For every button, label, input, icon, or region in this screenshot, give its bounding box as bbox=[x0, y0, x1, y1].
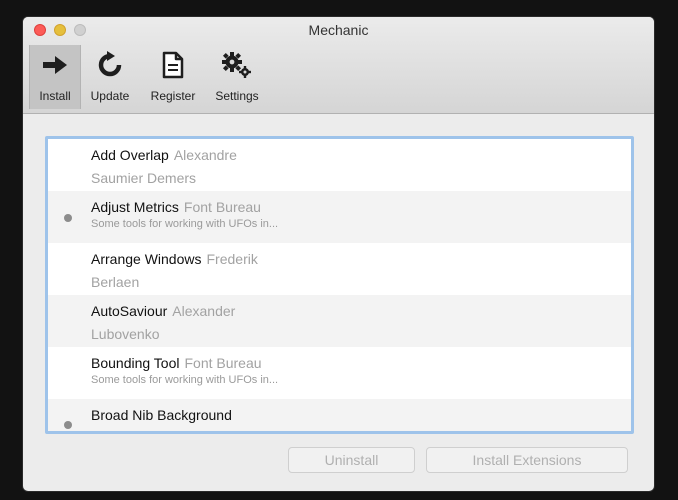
list-item[interactable]: AutoSaviour Alexander Lubovenko bbox=[48, 295, 631, 347]
extension-author: Font Bureau bbox=[183, 199, 261, 215]
installed-indicator-icon bbox=[64, 214, 72, 222]
installed-indicator-icon bbox=[64, 421, 72, 429]
document-icon bbox=[157, 49, 189, 81]
extension-description: Some tools for working with UFOs in... bbox=[91, 374, 279, 386]
list-item[interactable]: Broad Nib Background bbox=[48, 399, 631, 431]
extension-author: Font Bureau bbox=[184, 355, 262, 371]
tab-update-label: Update bbox=[90, 89, 130, 103]
list-item[interactable]: Bounding Tool Font Bureau Some tools for … bbox=[48, 347, 631, 399]
extension-name: AutoSaviour bbox=[91, 303, 168, 319]
tab-install[interactable]: Install bbox=[29, 45, 81, 109]
mechanic-window: Mechanic Install Update Register Setting… bbox=[23, 17, 654, 491]
extensions-list[interactable]: Add Overlap Alexandre Saumier Demers Adju… bbox=[45, 136, 634, 434]
extension-author-continued: Saumier Demers bbox=[91, 170, 197, 186]
window-title: Mechanic bbox=[308, 22, 369, 38]
extension-author: Frederik bbox=[206, 251, 258, 267]
extension-name: Broad Nib Background bbox=[91, 407, 232, 423]
refresh-icon bbox=[94, 49, 126, 81]
extension-author-continued: Lubovenko bbox=[91, 326, 160, 342]
title-bar: Mechanic Install Update Register Setting… bbox=[23, 17, 654, 114]
list-item[interactable]: Adjust Metrics Font Bureau Some tools for… bbox=[48, 191, 631, 243]
extension-description: Some tools for working with UFOs in... bbox=[91, 218, 279, 230]
gears-icon bbox=[221, 49, 253, 81]
tab-settings-label: Settings bbox=[215, 89, 259, 103]
tab-register-label: Register bbox=[150, 89, 196, 103]
uninstall-button[interactable]: Uninstall bbox=[288, 447, 415, 473]
extension-name: Arrange Windows bbox=[91, 251, 202, 267]
arrow-right-icon bbox=[39, 49, 71, 81]
extension-author: Alexandre bbox=[173, 147, 237, 163]
install-extensions-button[interactable]: Install Extensions bbox=[426, 447, 628, 473]
tab-update[interactable]: Update bbox=[81, 45, 139, 109]
extension-name: Bounding Tool bbox=[91, 355, 180, 371]
list-item[interactable]: Arrange Windows Frederik Berlaen bbox=[48, 243, 631, 295]
extension-name: Adjust Metrics bbox=[91, 199, 179, 215]
list-item[interactable]: Add Overlap Alexandre Saumier Demers bbox=[48, 139, 631, 191]
tab-register[interactable]: Register bbox=[141, 45, 205, 109]
tab-install-label: Install bbox=[39, 89, 71, 103]
extension-author-continued: Berlaen bbox=[91, 274, 140, 290]
tab-settings[interactable]: Settings bbox=[207, 45, 267, 109]
extension-name: Add Overlap bbox=[91, 147, 169, 163]
extension-author: Alexander bbox=[172, 303, 236, 319]
